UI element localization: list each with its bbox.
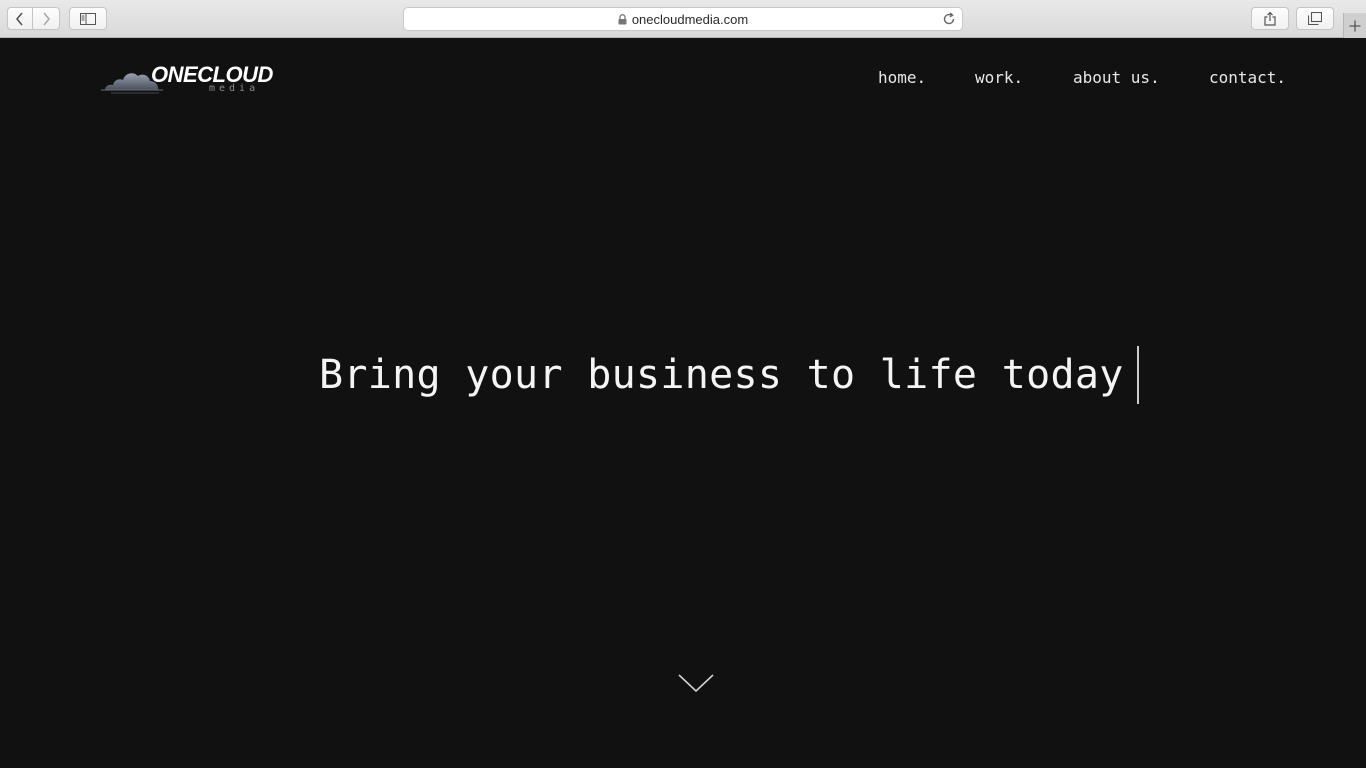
chevron-left-icon [15,11,23,26]
nav-home[interactable]: home. [878,68,926,87]
typing-cursor [1136,346,1139,404]
site-logo[interactable]: ONECLOUD media [101,62,273,98]
address-bar[interactable]: onecloudmedia.com [403,7,963,31]
chevron-right-icon [43,11,51,26]
sidebar-button[interactable] [69,7,107,30]
hero-headline: Bring your business to life today [319,352,1124,398]
forward-button[interactable] [33,7,60,30]
hero: Bring your business to life today [319,345,1139,405]
show-tabs-button[interactable] [1296,7,1334,30]
chevron-down-icon[interactable] [677,672,715,694]
nav-about-us[interactable]: about us. [1073,68,1160,87]
back-button[interactable] [7,7,33,30]
share-icon [1264,11,1276,26]
share-button[interactable] [1251,7,1289,30]
tabs-icon [1308,12,1322,25]
nav-contact[interactable]: contact. [1209,68,1286,87]
reload-icon[interactable] [942,12,956,26]
url-text: onecloudmedia.com [631,11,749,27]
plus-icon [1349,20,1361,31]
new-tab-button[interactable] [1343,13,1366,38]
page-content: ONECLOUD media home. work. about us. con… [0,38,1366,768]
sidebar-icon [80,12,96,25]
lock-icon [618,13,627,24]
logo-subtitle: media [209,83,260,94]
nav-work[interactable]: work. [975,68,1023,87]
browser-toolbar: onecloudmedia.com [0,0,1366,38]
